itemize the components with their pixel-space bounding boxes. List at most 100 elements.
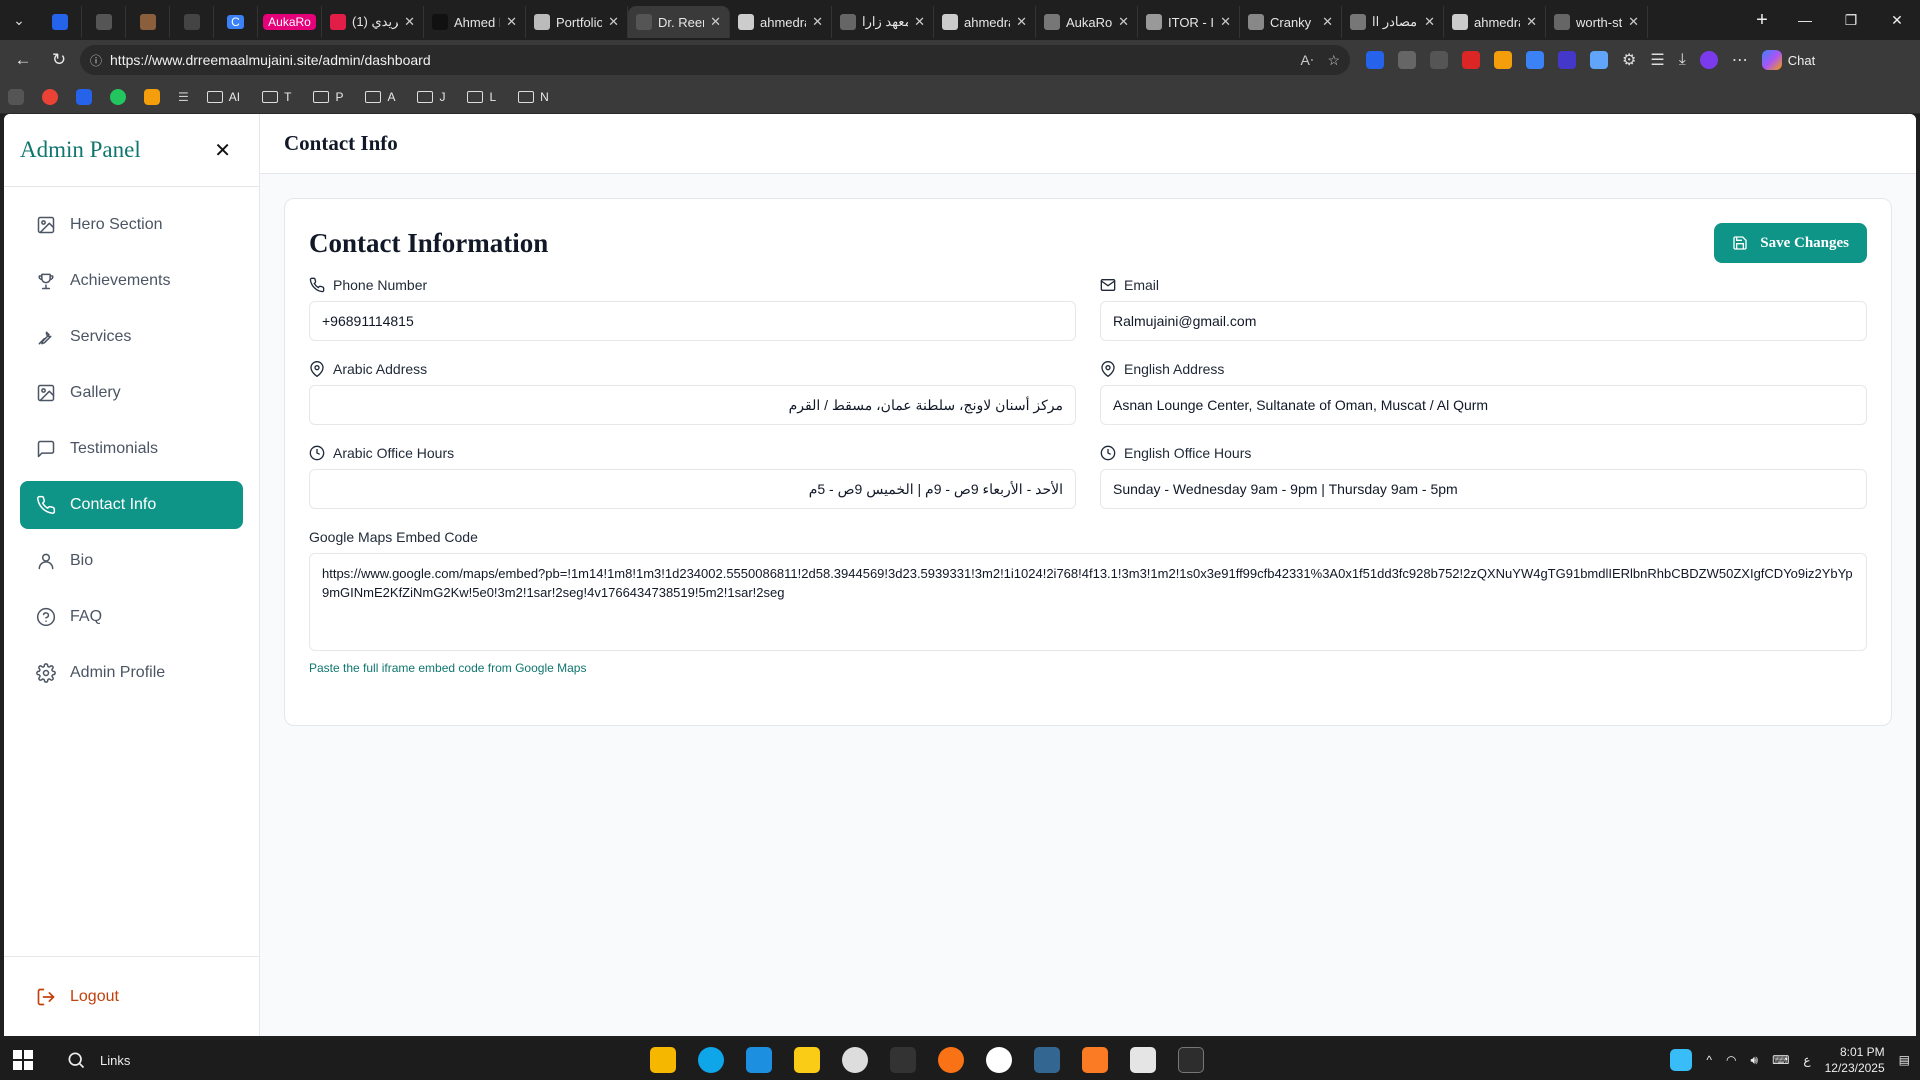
browser-tab[interactable]: C bbox=[214, 6, 258, 38]
tab-close-icon[interactable]: ✕ bbox=[404, 14, 415, 30]
extensions-puzzle-icon[interactable]: ⚙ bbox=[1622, 50, 1636, 70]
english-hours-input[interactable]: Sunday - Wednesday 9am - 9pm | Thursday … bbox=[1100, 469, 1867, 509]
browser-tab[interactable] bbox=[82, 6, 126, 38]
bookmark-folder[interactable]: L bbox=[467, 90, 496, 104]
bookmark-icon[interactable] bbox=[42, 88, 58, 105]
bookmark-folder[interactable]: A bbox=[365, 90, 395, 104]
postgres-icon[interactable] bbox=[1034, 1047, 1060, 1073]
close-window-icon[interactable]: ✕ bbox=[1874, 0, 1920, 40]
tab-close-icon[interactable]: ✕ bbox=[914, 14, 925, 30]
url-input[interactable]: ⓘ https://www.drreemaalmujaini.site/admi… bbox=[80, 45, 1350, 75]
notifications-icon[interactable]: ▤ bbox=[1899, 1053, 1910, 1067]
tab-close-icon[interactable]: ✕ bbox=[1628, 14, 1639, 30]
tab-close-icon[interactable]: ✕ bbox=[1220, 14, 1231, 30]
browser-tab[interactable]: ahmedra ✕ bbox=[934, 6, 1036, 38]
maps-embed-textarea[interactable]: https://www.google.com/maps/embed?pb=!1m… bbox=[309, 553, 1867, 651]
read-aloud-icon[interactable]: Aᐧ bbox=[1301, 52, 1314, 69]
browser-tab[interactable] bbox=[170, 6, 214, 38]
phone-input[interactable]: +96891114815 bbox=[309, 301, 1076, 341]
save-changes-button[interactable]: Save Changes bbox=[1714, 223, 1867, 263]
browser-tab[interactable]: (1) فريدي ✕ bbox=[322, 6, 424, 38]
sticky-notes-icon[interactable] bbox=[794, 1047, 820, 1073]
browser-tab[interactable]: Dr. Reem ✕ bbox=[628, 6, 730, 38]
tab-close-icon[interactable]: ✕ bbox=[812, 14, 823, 30]
bookmark-folder[interactable]: T bbox=[262, 90, 291, 104]
sidebar-item-bio[interactable]: Bio bbox=[20, 537, 243, 585]
back-icon[interactable]: ← bbox=[8, 45, 38, 75]
browser-tab[interactable]: Ahmed R ✕ bbox=[424, 6, 526, 38]
sidebar-item-gallery[interactable]: Gallery bbox=[20, 369, 243, 417]
browser-tab[interactable]: Portfolio ✕ bbox=[526, 6, 628, 38]
tab-close-icon[interactable]: ✕ bbox=[506, 14, 517, 30]
refresh-icon[interactable]: ↻ bbox=[44, 45, 74, 75]
clock[interactable]: 8:01 PM 12/23/2025 bbox=[1825, 1044, 1885, 1076]
arabic-hours-input[interactable]: الأحد - الأربعاء 9ص - 9م | الخميس 9ص - 5… bbox=[309, 469, 1076, 509]
app-icon[interactable] bbox=[890, 1047, 916, 1073]
extension-icon[interactable] bbox=[1430, 51, 1448, 69]
browser-tab[interactable]: معهد زارا ✕ bbox=[832, 6, 934, 38]
wifi-icon[interactable]: ◠ bbox=[1726, 1053, 1736, 1067]
favorites-icon[interactable]: ☰ bbox=[1650, 50, 1664, 70]
extension-icon[interactable] bbox=[1366, 51, 1384, 69]
favorite-star-icon[interactable]: ☆ bbox=[1327, 52, 1340, 69]
downloads-icon[interactable]: ⤓ bbox=[1679, 51, 1686, 69]
bookmark-folder[interactable]: N bbox=[518, 90, 549, 104]
list-icon[interactable]: ☰ bbox=[178, 90, 189, 104]
app-icon[interactable] bbox=[986, 1047, 1012, 1073]
tab-close-icon[interactable]: ✕ bbox=[710, 14, 721, 30]
app-icon[interactable] bbox=[842, 1047, 868, 1073]
file-explorer-icon[interactable] bbox=[650, 1047, 676, 1073]
bookmark-icon[interactable] bbox=[144, 88, 160, 105]
tab-close-icon[interactable]: ✕ bbox=[1526, 14, 1537, 30]
minimize-icon[interactable]: — bbox=[1782, 0, 1828, 40]
profile-avatar[interactable] bbox=[1699, 51, 1718, 69]
app-icon[interactable] bbox=[1130, 1047, 1156, 1073]
extension-icon[interactable] bbox=[1526, 51, 1544, 69]
browser-tab[interactable]: مصادر اا ✕ bbox=[1342, 6, 1444, 38]
chat-button[interactable]: Chat bbox=[1754, 50, 1823, 70]
browser-tab[interactable] bbox=[38, 6, 82, 38]
tab-close-icon[interactable]: ✕ bbox=[1322, 14, 1333, 30]
restore-icon[interactable]: ❐ bbox=[1828, 0, 1874, 40]
email-input[interactable]: Ralmujaini@gmail.com bbox=[1100, 301, 1867, 341]
vscode-icon[interactable] bbox=[746, 1047, 772, 1073]
whatsapp-icon[interactable] bbox=[110, 88, 126, 105]
edge-icon[interactable] bbox=[698, 1047, 724, 1073]
tab-close-icon[interactable]: ✕ bbox=[1424, 14, 1435, 30]
tab-actions-icon[interactable]: ⌄ bbox=[0, 5, 38, 35]
windows-start-icon[interactable] bbox=[10, 1047, 36, 1073]
sidebar-item-services[interactable]: Services bbox=[20, 313, 243, 361]
close-icon[interactable]: ✕ bbox=[214, 138, 231, 163]
site-info-icon[interactable]: ⓘ bbox=[90, 52, 102, 69]
bookmark-folder[interactable]: AI bbox=[206, 90, 240, 104]
logout-button[interactable]: Logout bbox=[4, 956, 259, 1036]
tab-close-icon[interactable]: ✕ bbox=[1118, 14, 1129, 30]
new-tab-button[interactable]: + bbox=[1742, 9, 1782, 32]
english-address-input[interactable]: Asnan Lounge Center, Sultanate of Oman, … bbox=[1100, 385, 1867, 425]
sidebar-item-achievements[interactable]: Achievements bbox=[20, 257, 243, 305]
terminal-icon[interactable] bbox=[1178, 1047, 1204, 1073]
extension-icon[interactable] bbox=[1494, 51, 1512, 69]
sidebar-item-hero-section[interactable]: Hero Section bbox=[20, 201, 243, 249]
tab-close-icon[interactable]: ✕ bbox=[608, 14, 619, 30]
browser-tab[interactable] bbox=[126, 6, 170, 38]
extension-icon[interactable] bbox=[1398, 51, 1416, 69]
browser-tab[interactable]: Cranky ✕ bbox=[1240, 6, 1342, 38]
browser-tab[interactable]: ITOR - Id ✕ bbox=[1138, 6, 1240, 38]
sidebar-item-faq[interactable]: FAQ bbox=[20, 593, 243, 641]
xampp-icon[interactable] bbox=[1082, 1047, 1108, 1073]
browser-tab[interactable]: ahmedra ✕ bbox=[730, 6, 832, 38]
browser-tab[interactable]: AukaRo bbox=[258, 6, 322, 38]
app-icon[interactable] bbox=[938, 1047, 964, 1073]
sidebar-item-contact-info[interactable]: Contact Info bbox=[20, 481, 243, 529]
browser-tab[interactable]: worth-st ✕ bbox=[1546, 6, 1648, 38]
weather-icon[interactable] bbox=[1670, 1049, 1693, 1071]
bookmark-icon[interactable] bbox=[76, 88, 92, 105]
browser-tab[interactable]: AukaRo ✕ bbox=[1036, 6, 1138, 38]
extension-icon[interactable] bbox=[1590, 51, 1608, 69]
sidebar-item-testimonials[interactable]: Testimonials bbox=[20, 425, 243, 473]
browser-tab[interactable]: ahmedra ✕ bbox=[1444, 6, 1546, 38]
bookmark-icon[interactable] bbox=[8, 88, 24, 105]
bookmark-folder[interactable]: J bbox=[417, 90, 445, 104]
bookmark-folder[interactable]: P bbox=[313, 90, 343, 104]
